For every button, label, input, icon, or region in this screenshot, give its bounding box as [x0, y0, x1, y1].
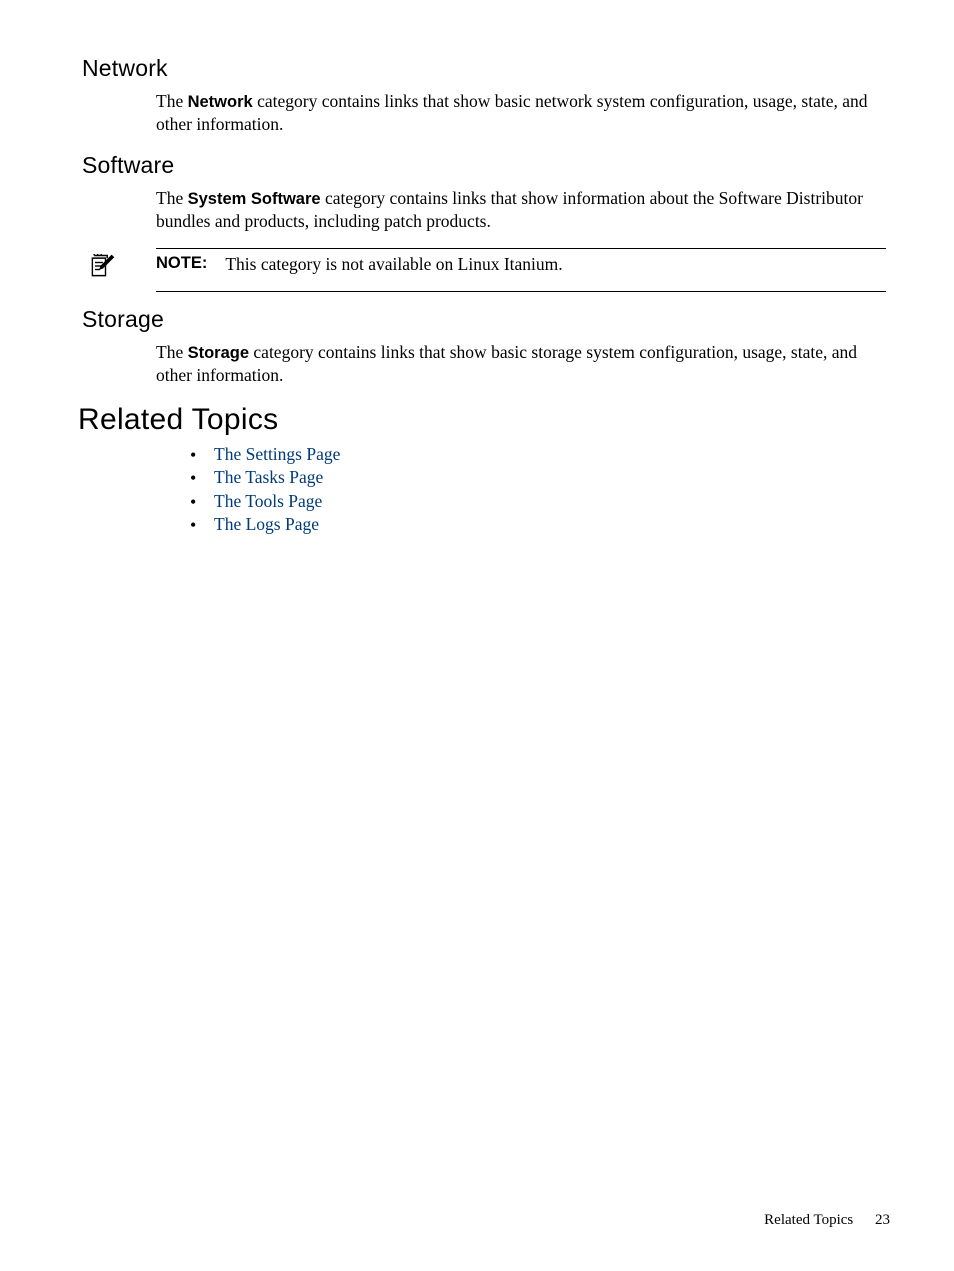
page-number: 23	[875, 1212, 890, 1228]
text-bold-system-software: System Software	[188, 190, 321, 208]
section-heading-storage: Storage	[82, 306, 894, 333]
storage-paragraph: The Storage category contains links that…	[156, 341, 886, 387]
text-bold-network: Network	[188, 93, 253, 111]
text-fragment: The	[156, 342, 188, 362]
section-heading-network: Network	[82, 55, 894, 82]
software-paragraph: The System Software category contains li…	[156, 187, 886, 233]
text-fragment: category contains links that show basic …	[156, 342, 857, 385]
page-footer: Related Topics 23	[764, 1212, 890, 1229]
link-tasks-page[interactable]: The Tasks Page	[214, 467, 323, 487]
link-tools-page[interactable]: The Tools Page	[214, 491, 322, 511]
list-item: The Tools Page	[184, 490, 894, 514]
note-icon	[88, 252, 116, 285]
footer-text: Related Topics	[764, 1212, 853, 1228]
note-block: NOTE: This category is not available on …	[88, 248, 886, 292]
divider	[156, 248, 886, 249]
note-label: NOTE:	[156, 254, 207, 275]
related-topics-list: The Settings Page The Tasks Page The Too…	[184, 443, 894, 538]
text-fragment: The	[156, 188, 188, 208]
divider	[156, 291, 886, 292]
note-text: This category is not available on Linux …	[225, 254, 562, 275]
section-heading-software: Software	[82, 152, 894, 179]
link-settings-page[interactable]: The Settings Page	[214, 444, 340, 464]
network-paragraph: The Network category contains links that…	[156, 90, 886, 136]
text-fragment: category contains links that show basic …	[156, 91, 868, 134]
section-heading-related-topics: Related Topics	[78, 403, 894, 437]
text-fragment: The	[156, 91, 188, 111]
text-bold-storage: Storage	[188, 344, 249, 362]
list-item: The Settings Page	[184, 443, 894, 467]
list-item: The Tasks Page	[184, 466, 894, 490]
list-item: The Logs Page	[184, 513, 894, 537]
link-logs-page[interactable]: The Logs Page	[214, 514, 319, 534]
